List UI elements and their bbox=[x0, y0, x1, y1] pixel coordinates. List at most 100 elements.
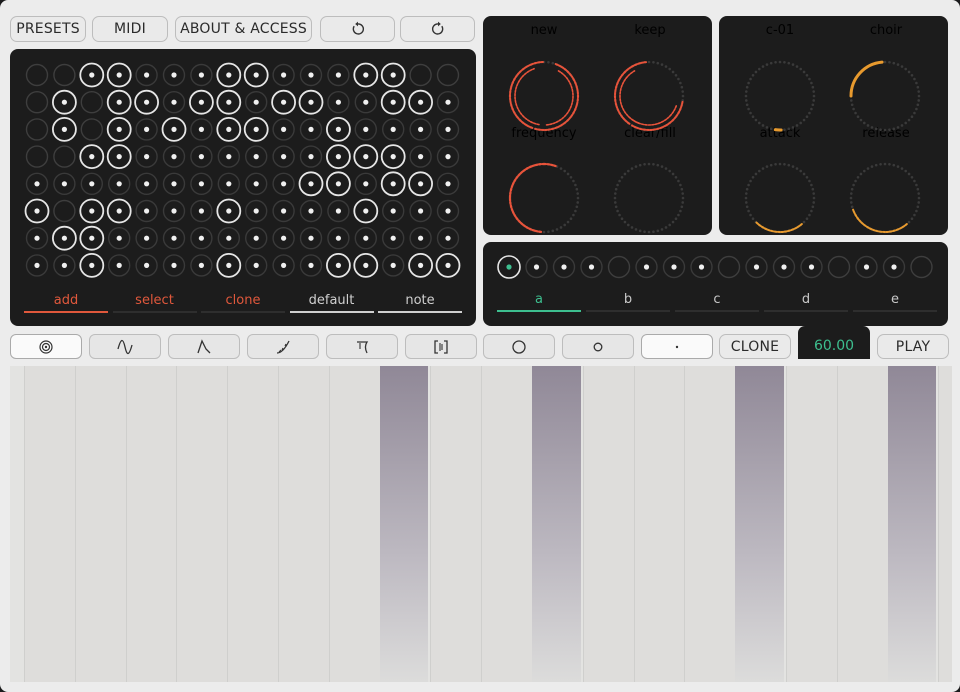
grid-cell[interactable] bbox=[409, 199, 432, 223]
waveform-button[interactable] bbox=[246, 334, 319, 359]
grid-cell[interactable] bbox=[436, 199, 460, 223]
sequencer-step[interactable] bbox=[772, 255, 796, 279]
grid-cell[interactable] bbox=[53, 254, 76, 277]
waveform-button[interactable] bbox=[10, 334, 82, 359]
keyboard[interactable] bbox=[10, 366, 953, 682]
sequencer-steps[interactable] bbox=[483, 242, 948, 292]
grid-cell[interactable] bbox=[272, 118, 295, 141]
grid-cell[interactable] bbox=[217, 172, 241, 196]
knob-attack[interactable] bbox=[744, 162, 816, 234]
grid-cell[interactable] bbox=[162, 145, 186, 168]
piano-key[interactable] bbox=[633, 366, 685, 682]
piano-key[interactable] bbox=[430, 366, 482, 682]
grid-cell[interactable] bbox=[325, 144, 351, 169]
grid-cell[interactable] bbox=[135, 172, 158, 196]
grid-cell[interactable] bbox=[25, 172, 49, 196]
grid-cell[interactable] bbox=[25, 63, 49, 87]
grid-cell[interactable] bbox=[217, 145, 241, 168]
piano-key[interactable] bbox=[938, 366, 953, 682]
piano-key[interactable] bbox=[379, 366, 429, 682]
grid-cell[interactable] bbox=[106, 62, 132, 88]
sequencer-step[interactable] bbox=[607, 255, 631, 279]
grid-cell[interactable] bbox=[52, 117, 77, 142]
piano-key[interactable] bbox=[532, 366, 581, 682]
grid-cell[interactable] bbox=[380, 171, 406, 197]
grid-cell[interactable] bbox=[298, 89, 324, 115]
knob-frequency[interactable] bbox=[508, 162, 580, 234]
grid-cell[interactable] bbox=[436, 91, 460, 114]
grid-cell[interactable] bbox=[353, 62, 379, 88]
grid-cell[interactable] bbox=[271, 89, 297, 115]
grid-cell[interactable] bbox=[135, 226, 158, 250]
grid-cell[interactable] bbox=[298, 171, 324, 197]
grid-cell[interactable] bbox=[272, 254, 295, 277]
sequencer-step[interactable] bbox=[800, 255, 823, 279]
grid-cell[interactable] bbox=[382, 118, 405, 141]
grid-cell[interactable] bbox=[188, 89, 214, 115]
grid-tab-clone[interactable]: clone bbox=[201, 293, 285, 313]
grid-cell[interactable] bbox=[216, 252, 242, 278]
waveform-button[interactable] bbox=[641, 334, 714, 359]
grid-cell[interactable] bbox=[272, 63, 295, 87]
grid-tab-select[interactable]: select bbox=[112, 293, 197, 313]
grid-cell[interactable] bbox=[190, 63, 213, 87]
grid-cell[interactable] bbox=[162, 63, 186, 87]
grid-cell[interactable] bbox=[216, 117, 242, 142]
waveform-button[interactable] bbox=[167, 334, 240, 359]
grid-cell[interactable] bbox=[190, 254, 213, 277]
grid-cell[interactable] bbox=[134, 89, 160, 115]
grid-cell[interactable] bbox=[244, 199, 268, 223]
grid-cell[interactable] bbox=[327, 91, 350, 114]
grid-cell[interactable] bbox=[244, 226, 268, 250]
grid-cell[interactable] bbox=[190, 118, 213, 141]
grid-cell[interactable] bbox=[52, 89, 77, 115]
grid-cell[interactable] bbox=[244, 91, 268, 114]
grid-cell[interactable] bbox=[79, 225, 105, 251]
piano-key[interactable] bbox=[582, 366, 634, 682]
grid-cell[interactable] bbox=[354, 91, 377, 114]
grid-cell[interactable] bbox=[435, 252, 461, 278]
grid-cell[interactable] bbox=[408, 89, 434, 115]
grid-tab-note[interactable]: note bbox=[378, 293, 462, 313]
grid-cell[interactable] bbox=[325, 252, 351, 278]
grid-cell[interactable] bbox=[436, 63, 460, 87]
grid-cell[interactable] bbox=[354, 172, 377, 196]
sequencer-tab-c[interactable]: c bbox=[675, 292, 759, 312]
sequencer-step[interactable] bbox=[910, 255, 933, 279]
grid-cell[interactable] bbox=[53, 145, 76, 168]
grid-cell[interactable] bbox=[52, 225, 77, 251]
grid-cell[interactable] bbox=[244, 145, 268, 168]
grid-cell[interactable] bbox=[436, 226, 460, 250]
grid-cell[interactable] bbox=[380, 89, 406, 115]
grid-cell[interactable] bbox=[135, 145, 158, 168]
grid-cell[interactable] bbox=[106, 198, 132, 224]
grid-cell[interactable] bbox=[53, 63, 76, 87]
grid-cell[interactable] bbox=[436, 145, 460, 168]
piano-key[interactable] bbox=[176, 366, 228, 682]
grid-cell[interactable] bbox=[382, 254, 405, 277]
waveform-button[interactable] bbox=[88, 334, 161, 359]
grid-cell[interactable] bbox=[135, 254, 158, 277]
grid-cell[interactable] bbox=[382, 199, 405, 223]
grid-cell[interactable] bbox=[353, 144, 379, 169]
tempo-display[interactable]: 60.00 bbox=[798, 326, 870, 359]
grid-cell[interactable] bbox=[79, 252, 105, 278]
grid-cell[interactable] bbox=[353, 252, 379, 278]
envelope-knobs[interactable] bbox=[719, 16, 948, 235]
grid-cell[interactable] bbox=[217, 226, 241, 250]
grid-cell[interactable] bbox=[79, 144, 105, 169]
grid-cell[interactable] bbox=[243, 62, 269, 88]
waveform-button[interactable] bbox=[562, 334, 635, 359]
grid-cell[interactable] bbox=[299, 226, 323, 250]
sequencer-tab-a[interactable]: a bbox=[497, 292, 581, 312]
grid-cell[interactable] bbox=[162, 91, 186, 114]
grid-cell[interactable] bbox=[299, 118, 323, 141]
grid-cell[interactable] bbox=[354, 118, 377, 141]
sequencer-tab-b[interactable]: b bbox=[586, 292, 670, 312]
grid-cell[interactable] bbox=[380, 144, 406, 169]
grid-cell[interactable] bbox=[80, 91, 104, 114]
waveform-button[interactable] bbox=[404, 334, 477, 359]
piano-key[interactable] bbox=[227, 366, 278, 682]
piano-key[interactable] bbox=[887, 366, 937, 682]
redo-button[interactable] bbox=[400, 16, 475, 42]
